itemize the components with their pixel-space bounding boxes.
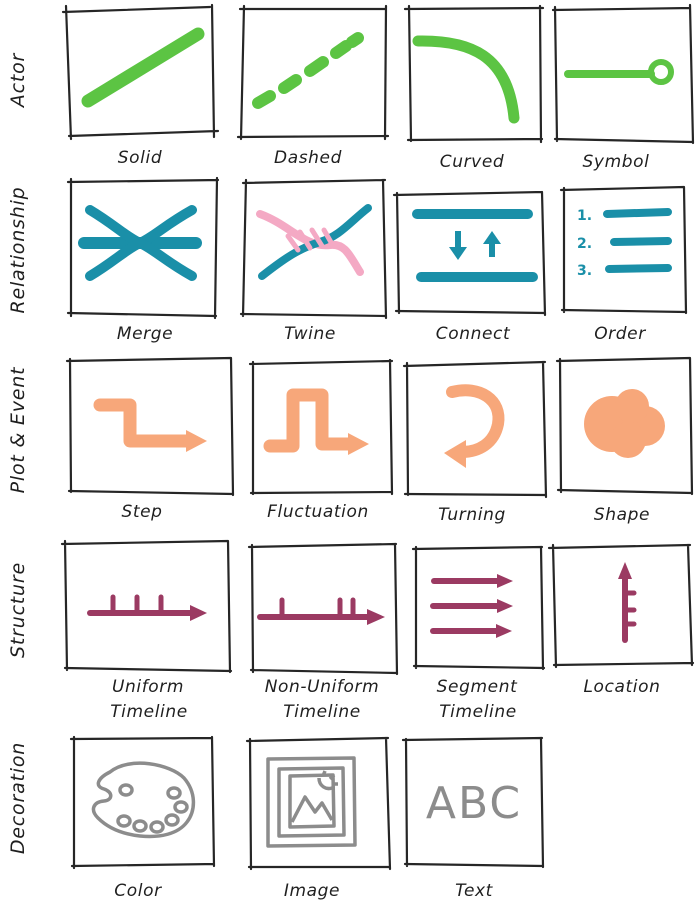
cell-text: ABC Text <box>401 736 545 901</box>
cell-fluctuation: Fluctuation <box>248 358 394 522</box>
row-label-plot-event: Plot & Event <box>7 366 29 493</box>
sketch-frame <box>65 356 235 497</box>
sketch-frame <box>547 543 695 669</box>
row-label-structure: Structure <box>7 562 29 658</box>
sketch-frame <box>402 360 548 499</box>
cell-label: Turning <box>438 505 506 525</box>
text-abc-icon: ABC <box>426 778 522 829</box>
cell-label: Curved <box>440 152 505 172</box>
cell-image: Image <box>245 736 392 901</box>
cell-label: Solid <box>118 148 162 168</box>
list-number: 3. <box>577 263 592 279</box>
cell-label: Text <box>455 881 494 901</box>
ordered-list-icon: 1. 2. 3. <box>577 208 672 279</box>
cell-label: Dashed <box>274 148 342 168</box>
cell-label: Image <box>284 881 340 901</box>
location-timeline-icon <box>618 562 637 643</box>
cell-order: 1. 2. 3. Order <box>559 185 688 344</box>
curved-line-icon <box>412 35 520 124</box>
cell-turning: Turning <box>402 360 548 525</box>
cell-location: Location <box>547 543 695 697</box>
cell-step: Step <box>65 356 235 522</box>
cell-label: Merge <box>117 324 173 344</box>
cell-merge: Merge <box>66 176 220 344</box>
framed-image-icon <box>266 756 357 848</box>
cell-label: Fluctuation <box>267 502 369 522</box>
cell-label: Order <box>594 324 646 344</box>
cell-label: Location <box>583 677 660 697</box>
cell-label: Connect <box>436 324 511 344</box>
sketch-taxonomy-diagram: Actor Relationship Plot & Event Structur… <box>7 3 695 901</box>
cell-label: Shape <box>594 505 650 525</box>
cell-label-line2: Timeline <box>110 702 188 722</box>
cell-symbol: Symbol <box>551 3 695 172</box>
cell-label: Step <box>121 502 162 522</box>
list-number: 1. <box>577 208 592 224</box>
cell-dashed: Dashed <box>236 4 390 168</box>
uniform-timeline-icon <box>87 594 207 621</box>
cell-uniform-timeline: Uniform Timeline <box>60 539 233 722</box>
row-label-relationship: Relationship <box>7 186 29 313</box>
sketch-frame <box>403 4 545 144</box>
cell-label-line2: Timeline <box>439 702 517 722</box>
connect-arrows-icon <box>412 209 538 282</box>
cell-curved: Curved <box>403 4 545 172</box>
cell-label: Symbol <box>583 152 650 172</box>
cell-twine: Twine <box>239 178 388 344</box>
cell-label: Color <box>114 881 162 901</box>
sketch-frame <box>60 539 233 674</box>
list-number: 2. <box>577 236 592 252</box>
cell-solid: Solid <box>61 3 220 168</box>
step-arrow-icon <box>93 398 207 452</box>
cell-connect: Connect <box>392 190 547 344</box>
row-label-actor: Actor <box>7 52 29 109</box>
line-with-circle-symbol-icon <box>564 59 674 85</box>
non-uniform-timeline-icon <box>257 597 385 625</box>
cell-non-uniform-timeline: Non-Uniform Timeline <box>247 542 399 722</box>
cell-label: Segment <box>437 677 518 697</box>
row-label-decoration: Decoration <box>7 742 29 854</box>
cell-segment-timeline: Segment Timeline <box>411 545 546 722</box>
dashed-line-icon <box>252 32 364 109</box>
cell-label: Twine <box>284 324 336 344</box>
turning-arrow-icon <box>444 384 505 468</box>
twine-lines-icon <box>256 204 372 280</box>
cell-shape: Shape <box>555 356 694 525</box>
solid-line-icon <box>81 27 205 108</box>
cell-label: Uniform <box>112 677 184 697</box>
blob-shape-icon <box>584 389 665 458</box>
sketch-frame <box>239 178 388 320</box>
sketch-frame <box>247 542 399 676</box>
fluctuation-arrow-icon <box>263 388 369 455</box>
color-palette-icon <box>91 761 196 839</box>
merge-lines-icon <box>78 205 202 281</box>
segment-timeline-icon <box>430 574 513 638</box>
cell-color: Color <box>69 735 216 901</box>
cell-label-line2: Timeline <box>283 702 361 722</box>
cell-label: Non-Uniform <box>265 677 380 697</box>
